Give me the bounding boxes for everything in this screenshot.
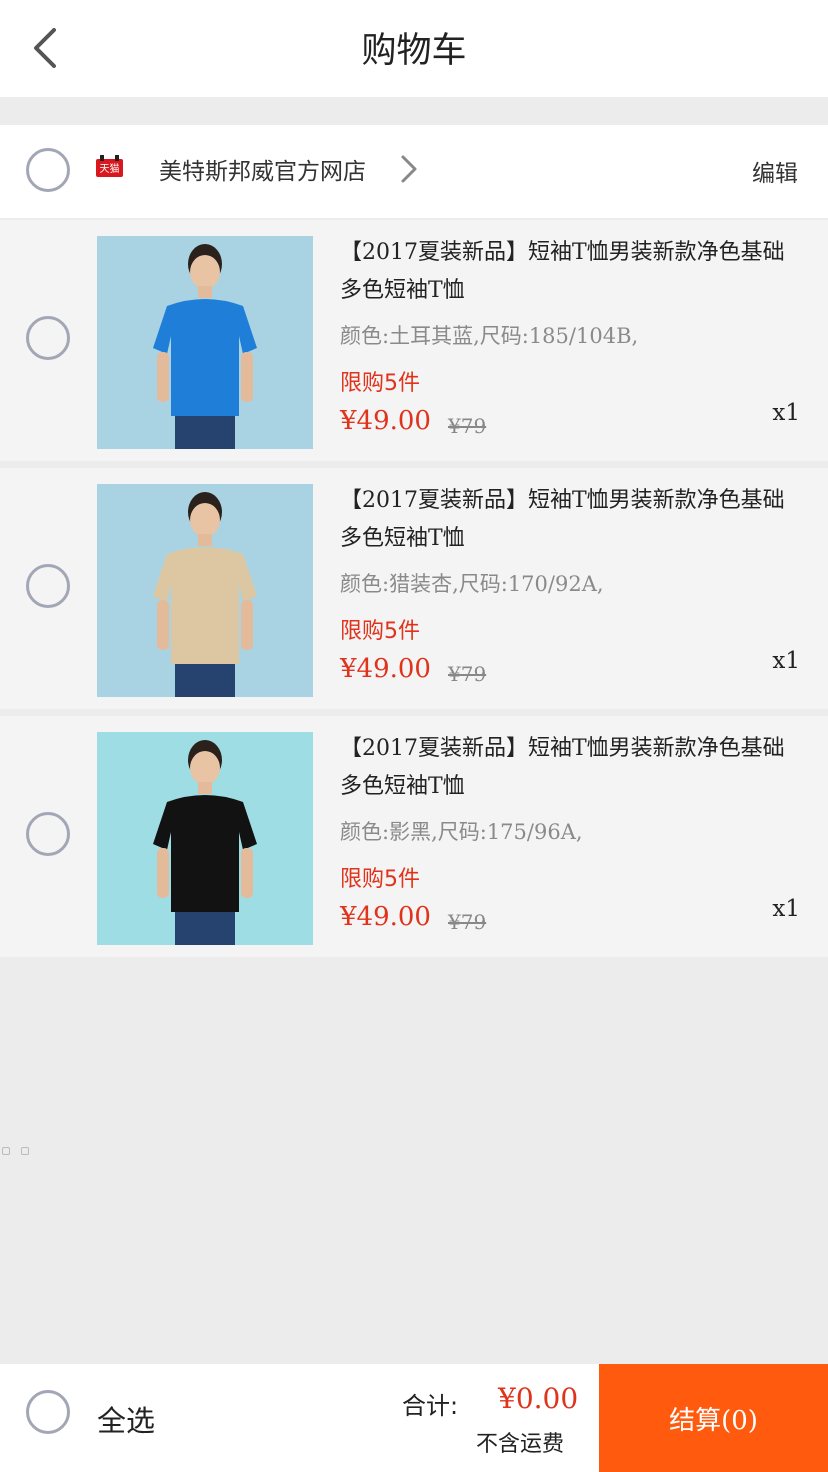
total-label: 合计: bbox=[402, 1392, 459, 1420]
page-indicator bbox=[0, 1147, 40, 1157]
item-title[interactable]: 【2017夏装新品】短袖T恤男装新款净色基础多色短袖T恤 bbox=[340, 234, 800, 310]
original-price: ¥79 bbox=[448, 414, 487, 438]
original-price: ¥79 bbox=[448, 662, 487, 686]
item-title[interactable]: 【2017夏装新品】短袖T恤男装新款净色基础多色短袖T恤 bbox=[340, 482, 800, 558]
total-amount: ¥0.00 bbox=[498, 1382, 579, 1415]
indicator-dot bbox=[2, 1147, 10, 1155]
product-image[interactable] bbox=[97, 484, 313, 697]
checkout-button[interactable]: 结算(0) bbox=[599, 1364, 828, 1472]
select-all-label[interactable]: 全选 bbox=[97, 1398, 155, 1440]
footer-bar: 全选 合计: ¥0.00 不含运费 结算(0) bbox=[0, 1364, 828, 1472]
original-price: ¥79 bbox=[448, 910, 487, 934]
item-spec[interactable]: 颜色:土耳其蓝,尺码:185/104B, bbox=[340, 320, 638, 350]
item-title[interactable]: 【2017夏装新品】短袖T恤男装新款净色基础多色短袖T恤 bbox=[340, 730, 800, 806]
shop-row: 天猫 美特斯邦威官方网店 编辑 bbox=[0, 125, 828, 218]
item-price: ¥49.00 bbox=[340, 654, 431, 684]
edit-button[interactable]: 编辑 bbox=[752, 154, 798, 188]
purchase-limit: 限购5件 bbox=[340, 619, 420, 644]
item-spec[interactable]: 颜色:影黑,尺码:175/96A, bbox=[340, 816, 583, 846]
chevron-right-icon[interactable] bbox=[398, 153, 420, 185]
cart-item: 【2017夏装新品】短袖T恤男装新款净色基础多色短袖T恤 颜色:影黑,尺码:17… bbox=[0, 716, 828, 957]
item-quantity: x1 bbox=[772, 896, 800, 922]
cart-item: 【2017夏装新品】短袖T恤男装新款净色基础多色短袖T恤 颜色:猎装杏,尺码:1… bbox=[0, 468, 828, 709]
select-all-radio[interactable] bbox=[26, 1390, 70, 1434]
svg-text:天猫: 天猫 bbox=[100, 162, 120, 175]
item-select-radio[interactable] bbox=[26, 564, 70, 608]
item-select-radio[interactable] bbox=[26, 316, 70, 360]
header-bar: 购物车 bbox=[0, 0, 828, 97]
shipping-note: 不含运费 bbox=[476, 1432, 565, 1457]
indicator-dot bbox=[21, 1147, 29, 1155]
shop-name[interactable]: 美特斯邦威官方网店 bbox=[159, 152, 366, 186]
product-image[interactable] bbox=[97, 236, 313, 449]
shop-select-radio[interactable] bbox=[26, 148, 70, 192]
purchase-limit: 限购5件 bbox=[340, 867, 420, 892]
cart-item: 【2017夏装新品】短袖T恤男装新款净色基础多色短袖T恤 颜色:土耳其蓝,尺码:… bbox=[0, 220, 828, 461]
purchase-limit: 限购5件 bbox=[340, 371, 420, 396]
item-price: ¥49.00 bbox=[340, 902, 431, 932]
item-price: ¥49.00 bbox=[340, 406, 431, 436]
item-quantity: x1 bbox=[772, 400, 800, 426]
item-select-radio[interactable] bbox=[26, 812, 70, 856]
page-title: 购物车 bbox=[361, 31, 467, 71]
product-image[interactable] bbox=[97, 732, 313, 945]
item-quantity: x1 bbox=[772, 648, 800, 674]
tmall-logo-icon: 天猫 bbox=[96, 155, 123, 177]
item-spec[interactable]: 颜色:猎装杏,尺码:170/92A, bbox=[340, 568, 604, 598]
